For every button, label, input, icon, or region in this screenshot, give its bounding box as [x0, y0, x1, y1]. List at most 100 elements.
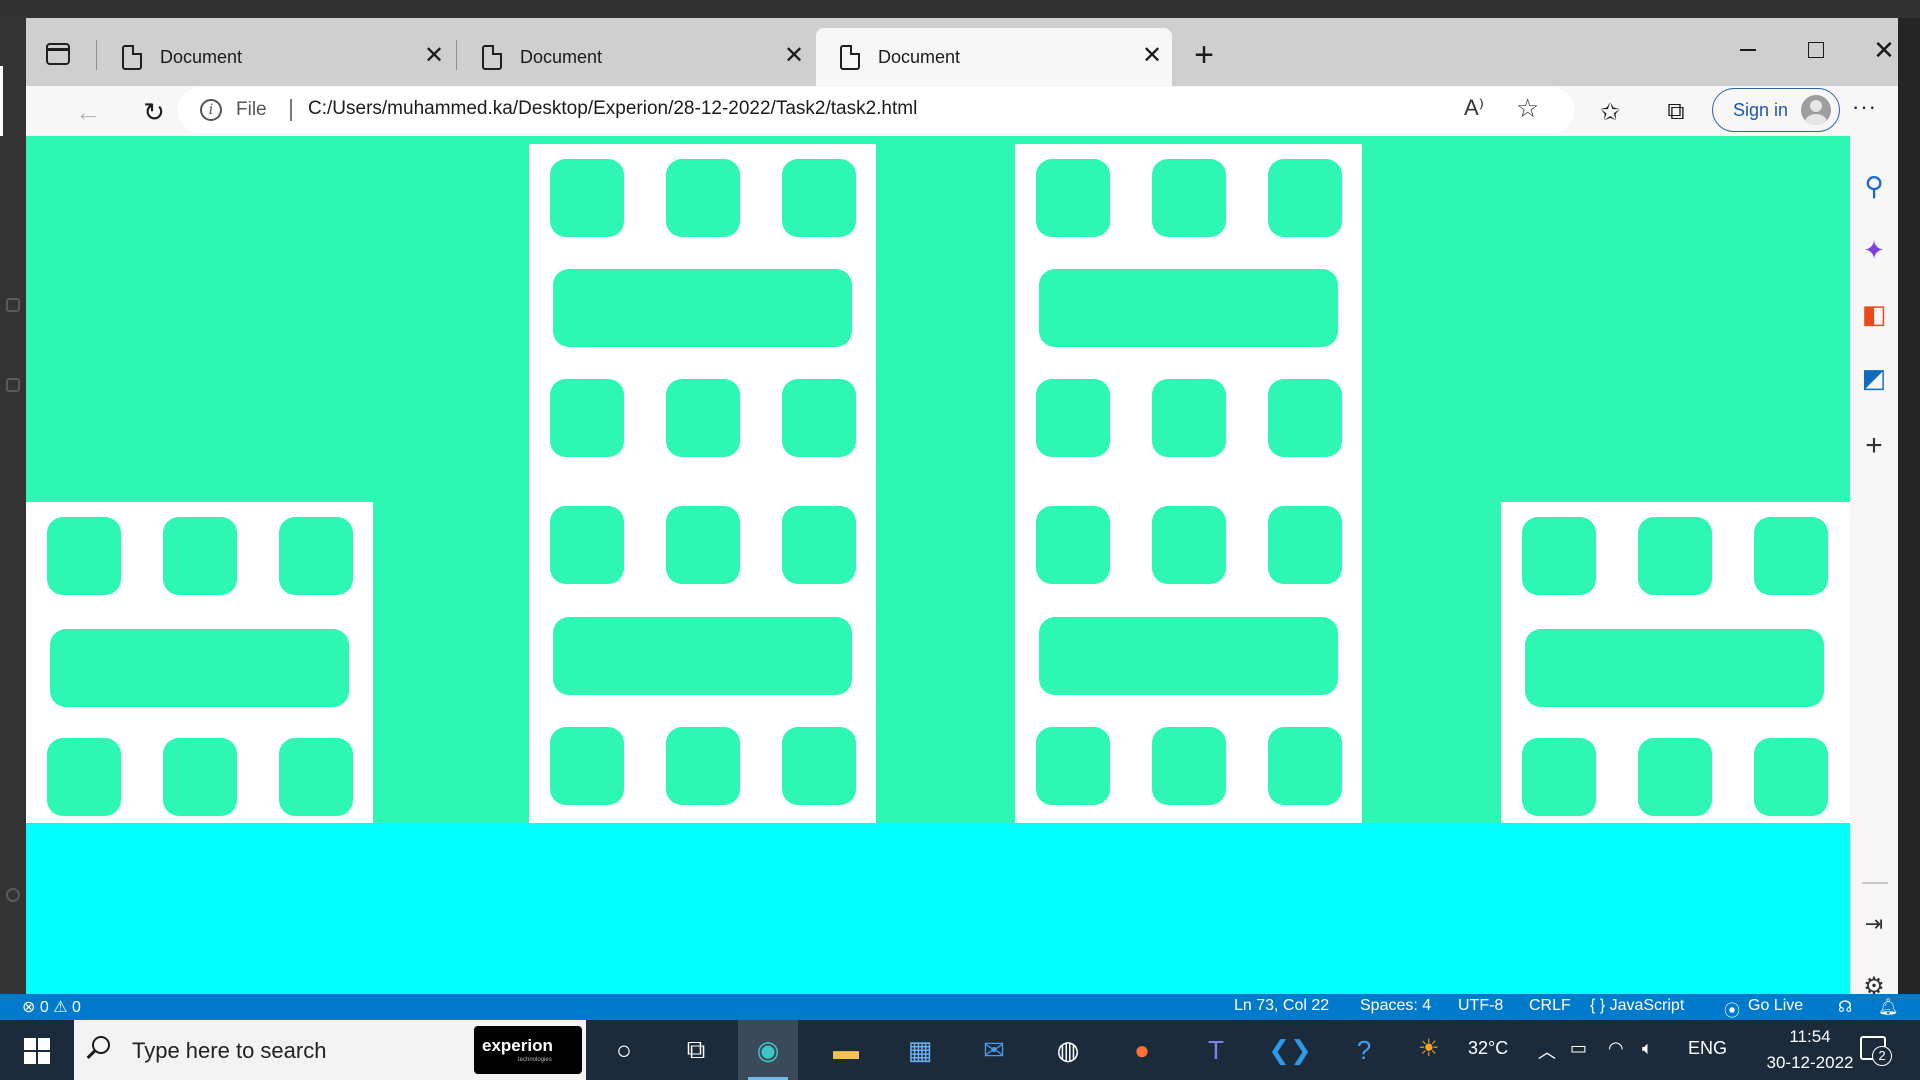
edge-sidebar: ⚲ ✦ ◧ ◩ + ⇥ ⚙ — [1850, 136, 1898, 994]
url-text[interactable]: C:/Users/muhammed.ka/Desktop/Experion/28… — [308, 98, 917, 120]
address-divider — [290, 99, 292, 121]
github-desktop-icon[interactable]: ◍ — [1038, 1020, 1098, 1080]
hide-sidebar-icon[interactable]: ⇥ — [1850, 904, 1898, 944]
search-icon[interactable]: ⚲ — [1850, 166, 1898, 206]
teams-icon[interactable]: T — [1186, 1020, 1246, 1080]
vscode-taskbar-icon[interactable]: ❮❯ — [1260, 1020, 1320, 1080]
building — [26, 502, 373, 823]
indentation-setting[interactable]: Spaces: 4 — [1360, 997, 1431, 1015]
notifications-bell-icon[interactable]: 🔔︎ — [1878, 997, 1898, 1017]
temperature[interactable]: 32°C — [1468, 1038, 1508, 1059]
weather-icon[interactable]: ☀ — [1418, 1034, 1440, 1063]
building-window — [666, 727, 740, 805]
tab-document-1[interactable]: Document ✕ — [98, 28, 454, 86]
problems-indicator[interactable]: ⊗ 0 ⚠ 0 — [22, 997, 81, 1017]
eol-setting[interactable]: CRLF — [1529, 997, 1571, 1015]
back-button[interactable]: ← — [68, 92, 108, 132]
add-sidebar-app-icon[interactable]: + — [1850, 426, 1898, 466]
file-explorer-icon[interactable]: ▬ — [816, 1020, 876, 1080]
task-view-icon[interactable]: ⧉ — [666, 1020, 726, 1080]
vscode-minimap — [1898, 18, 1920, 994]
building-window — [1522, 517, 1596, 595]
building-window — [1638, 738, 1712, 816]
sign-in-button[interactable]: Sign in — [1712, 88, 1840, 132]
encoding-setting[interactable]: UTF-8 — [1458, 997, 1503, 1015]
tab-strip: Document ✕ Document ✕ Document ✕ + ✕ — [26, 18, 1898, 86]
building-window — [47, 517, 121, 595]
tab-document-3[interactable]: Document ✕ — [816, 28, 1172, 86]
sidebar-divider — [1862, 882, 1888, 884]
search-placeholder: Type here to search — [132, 1038, 327, 1063]
maximize-button[interactable] — [1794, 32, 1838, 68]
account-icon[interactable] — [6, 888, 20, 902]
minimize-button[interactable] — [1726, 32, 1770, 68]
favorites-icon[interactable]: ✩ — [1592, 94, 1628, 130]
close-window-button[interactable]: ✕ — [1862, 32, 1898, 68]
accounts-icon[interactable]: ☊ — [1838, 997, 1852, 1017]
add-favorite-icon[interactable]: ☆ — [1516, 93, 1539, 124]
clock[interactable]: 11:54 30-12-2022 — [1755, 1024, 1865, 1076]
search-icon — [92, 1036, 110, 1054]
building-window — [1036, 379, 1110, 457]
page-icon — [122, 45, 142, 70]
close-tab-icon[interactable]: ✕ — [1140, 43, 1164, 69]
edge-taskbar-icon[interactable]: ◉ — [738, 1020, 798, 1080]
go-live-button[interactable]: Go Live — [1748, 997, 1803, 1015]
scheme-label: File — [236, 99, 267, 120]
activity-indicator — [0, 66, 3, 136]
show-hidden-icons[interactable]: ︿ — [1538, 1038, 1556, 1064]
store-icon[interactable]: ▦ — [890, 1020, 950, 1080]
input-language[interactable]: ENG — [1688, 1038, 1727, 1059]
mail-icon[interactable]: ✉ — [964, 1020, 1024, 1080]
tab-actions-menu[interactable] — [40, 36, 76, 72]
address-bar[interactable]: i File C:/Users/muhammed.ka/Desktop/Expe… — [178, 87, 1574, 133]
start-logo-tile — [38, 1038, 50, 1050]
cortana-icon[interactable]: ○ — [594, 1020, 654, 1080]
search-highlight-logo[interactable]: experion technologies — [474, 1026, 582, 1074]
settings-icon[interactable]: ⚙ — [1850, 966, 1898, 995]
language-mode[interactable]: { } JavaScript — [1590, 997, 1684, 1015]
office-icon[interactable]: ◧ — [1850, 294, 1898, 334]
wifi-icon[interactable]: ◠ — [1608, 1038, 1624, 1059]
close-tab-icon[interactable]: ✕ — [422, 43, 446, 69]
building-wide-window — [50, 629, 349, 707]
building-window — [550, 379, 624, 457]
building — [1015, 144, 1362, 823]
building-window — [782, 727, 856, 805]
building-window — [1036, 159, 1110, 237]
collections-icon[interactable]: ⧉ — [1658, 94, 1694, 130]
action-center-icon[interactable]: 2 — [1860, 1036, 1892, 1066]
firefox-icon[interactable]: ● — [1112, 1020, 1172, 1080]
read-aloud-icon[interactable]: A⁾ — [1464, 95, 1484, 121]
taskbar-search-box[interactable]: Type here to search experion technologie… — [74, 1020, 586, 1080]
sign-in-label: Sign in — [1733, 100, 1789, 120]
ground-strip — [26, 823, 1850, 994]
explorer-icon[interactable] — [6, 378, 20, 392]
new-tab-button[interactable]: + — [1184, 36, 1224, 76]
start-button[interactable] — [24, 1038, 50, 1064]
building-window — [279, 517, 353, 595]
volume-icon[interactable]: 🔈︎ — [1642, 1038, 1653, 1059]
site-info-icon[interactable]: i — [200, 99, 222, 121]
building-window — [1152, 379, 1226, 457]
help-icon[interactable]: ? — [1334, 1020, 1394, 1080]
vscode-status-bar: ⊗ 0 ⚠ 0 Ln 73, Col 22 Spaces: 4 UTF-8 CR… — [0, 994, 1920, 1020]
outlook-icon[interactable]: ◩ — [1850, 358, 1898, 398]
cursor-position[interactable]: Ln 73, Col 22 — [1234, 997, 1329, 1015]
tab-actions-icon — [46, 43, 70, 65]
tab-document-2[interactable]: Document ✕ — [458, 28, 814, 86]
refresh-button[interactable]: ↻ — [134, 92, 174, 132]
close-tab-icon[interactable]: ✕ — [782, 43, 806, 69]
edge-browser-window: Document ✕ Document ✕ Document ✕ + ✕ ← ↻… — [26, 18, 1898, 994]
tab-separator — [96, 40, 97, 70]
discover-icon[interactable]: ✦ — [1850, 230, 1898, 270]
clock-time: 11:54 — [1789, 1027, 1831, 1046]
brand-name: experion — [482, 1036, 553, 1055]
more-menu-icon[interactable]: ··· — [1852, 94, 1877, 120]
building-window — [1152, 727, 1226, 805]
extensions-icon[interactable] — [6, 298, 20, 312]
battery-icon[interactable]: ▭ — [1570, 1038, 1587, 1059]
browser-toolbar: ← ↻ i File C:/Users/muhammed.ka/Desktop/… — [26, 86, 1898, 136]
building-window — [279, 738, 353, 816]
building-window — [1268, 159, 1342, 237]
